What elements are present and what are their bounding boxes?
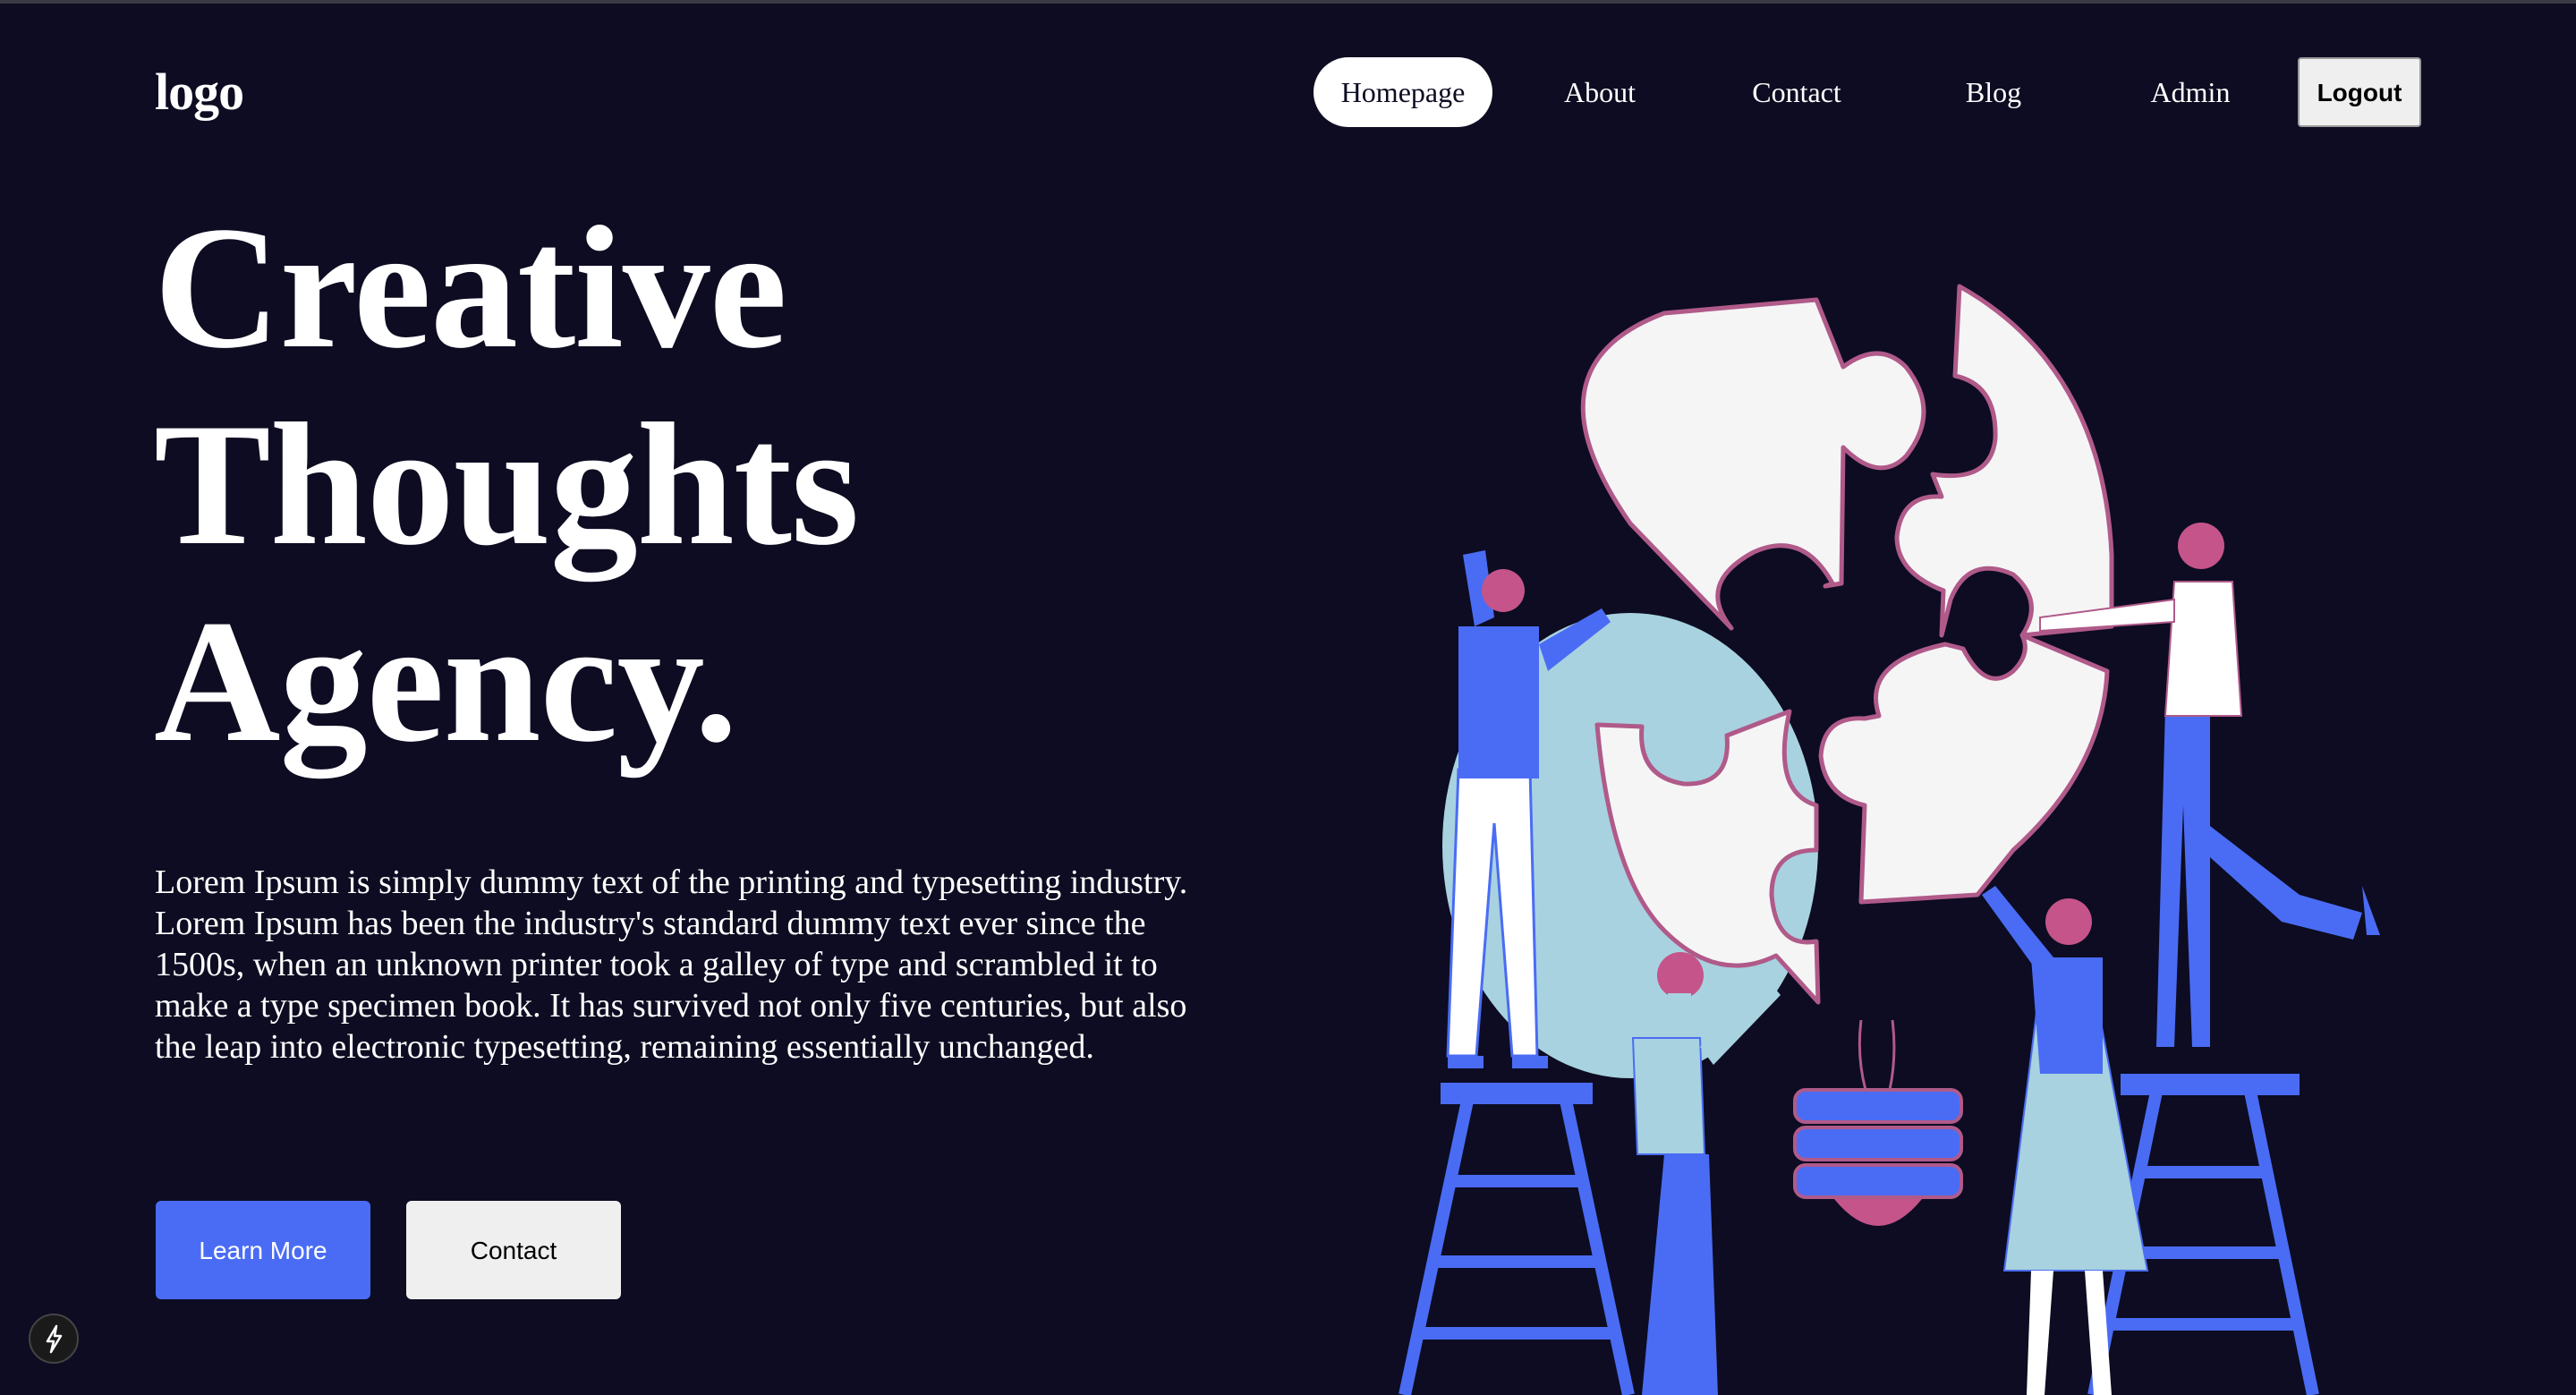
page: logo Homepage About Contact Blog Admin L… [0,0,2576,1395]
nav-homepage[interactable]: Homepage [1314,57,1492,127]
hero-illustration [1399,284,2380,1395]
contact-button[interactable]: Contact [406,1201,621,1299]
bulb-base [1793,1019,1963,1226]
top-divider [0,0,2576,4]
learn-more-button[interactable]: Learn More [156,1201,370,1299]
hero-title-line: Agency. [154,584,738,778]
hero-description: Lorem Ipsum is simply dummy text of the … [155,863,1188,1066]
logo[interactable]: logo [155,61,244,123]
dev-tools-badge[interactable] [29,1314,79,1364]
logout-button[interactable]: Logout [2298,57,2421,127]
hero-title-line: Creative [154,191,787,385]
lightning-icon [46,1324,63,1354]
hero-title-line: Thoughts [154,387,859,582]
hero-title: Creative Thoughts Agency. [154,190,859,780]
puzzle-piece-top-left [1580,297,1926,631]
puzzle-piece-bottom-right [1818,633,2110,905]
ladder-left [1399,1083,1635,1395]
main-nav: Homepage About Contact Blog Admin Logout [1314,57,2421,127]
nav-about[interactable]: About [1510,57,1689,127]
puzzle-piece-top-right [1894,284,2114,638]
nav-blog[interactable]: Blog [1904,57,2083,127]
nav-contact[interactable]: Contact [1707,57,1886,127]
nav-admin[interactable]: Admin [2101,57,2280,127]
